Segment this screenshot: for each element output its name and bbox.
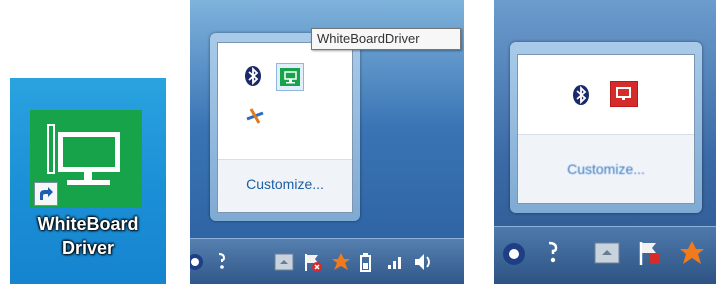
shortcut-arrow-icon — [34, 182, 58, 206]
tray-popup: Customize... — [217, 42, 353, 213]
monitor-base — [67, 180, 110, 185]
pen-icon — [47, 124, 55, 174]
customize-link[interactable]: Customize... — [218, 176, 352, 192]
signal-icon[interactable] — [386, 253, 404, 271]
shortcut-label-line2: Driver — [61, 238, 115, 258]
show-hidden-arrow-icon[interactable] — [546, 239, 560, 267]
action-center-flag-icon[interactable] — [636, 239, 664, 267]
tray-expand-icon[interactable] — [594, 241, 620, 265]
tray-popup-footer-zoom: Customize... — [518, 134, 694, 203]
bluetooth-icon[interactable] — [570, 83, 592, 105]
tray-popup-footer: Customize... — [218, 159, 352, 212]
tray-popup-frame: Customize... — [210, 33, 360, 221]
network-tool-icon[interactable] — [244, 105, 266, 127]
whiteboard-driver-icon[interactable] — [610, 81, 638, 107]
action-center-flag-icon[interactable] — [302, 251, 324, 273]
battery-icon[interactable] — [358, 251, 376, 273]
help-icon[interactable] — [502, 241, 526, 267]
customize-link[interactable]: Customize... — [518, 161, 694, 177]
tray-zoom-panel: Customize... — [494, 0, 716, 284]
tray-popup-frame-zoom: Customize... — [510, 42, 702, 213]
tray-popup-zoom: Customize... — [517, 54, 695, 204]
whiteboard-driver-tooltip: WhiteBoardDriver — [311, 28, 461, 50]
show-hidden-arrow-icon[interactable] — [216, 251, 228, 273]
whiteboard-driver-icon[interactable] — [276, 63, 304, 91]
desktop-panel: WhiteBoard Driver — [10, 78, 166, 284]
bluetooth-icon[interactable] — [242, 65, 264, 87]
shortcut-label: WhiteBoard Driver — [10, 212, 166, 260]
help-icon[interactable] — [190, 253, 204, 271]
monitor-icon — [58, 132, 120, 172]
taskbar-zoom — [494, 226, 716, 284]
tray-panel: Customize... WhiteBoardDriver — [190, 0, 464, 284]
shortcut-label-line1: WhiteBoard — [37, 214, 139, 234]
volume-icon[interactable] — [412, 251, 436, 273]
taskbar — [190, 238, 464, 284]
tray-expand-icon[interactable] — [274, 253, 294, 271]
avast-icon[interactable] — [330, 251, 352, 273]
avast-icon[interactable] — [678, 239, 706, 267]
